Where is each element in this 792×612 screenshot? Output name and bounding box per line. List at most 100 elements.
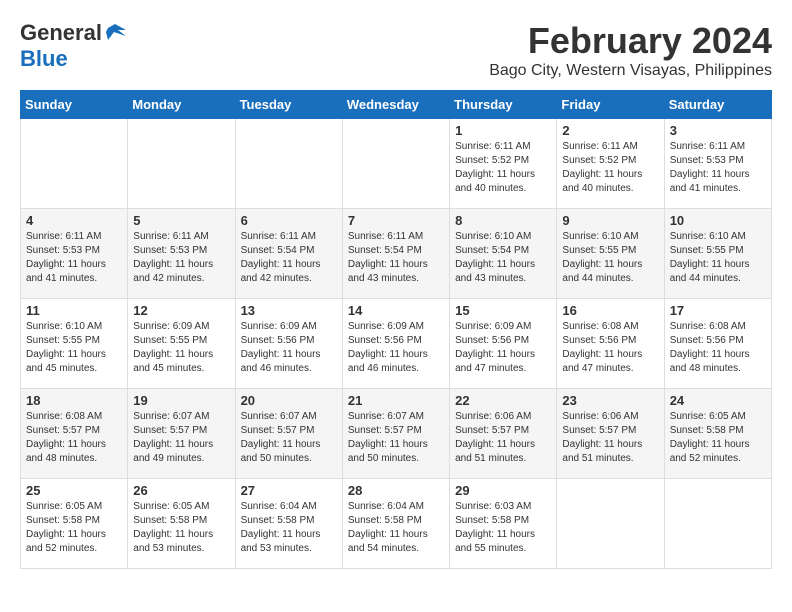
cell-info: Sunrise: 6:09 AM Sunset: 5:55 PM Dayligh…	[133, 320, 229, 376]
cell-info: Sunrise: 6:06 AM Sunset: 5:57 PM Dayligh…	[562, 410, 658, 466]
calendar-cell: 21Sunrise: 6:07 AM Sunset: 5:57 PM Dayli…	[342, 389, 449, 479]
calendar-header: SundayMondayTuesdayWednesdayThursdayFrid…	[21, 91, 772, 119]
cell-day-number: 28	[348, 483, 444, 498]
cell-info: Sunrise: 6:10 AM Sunset: 5:55 PM Dayligh…	[670, 230, 766, 286]
header-cell-saturday: Saturday	[664, 91, 771, 119]
cell-info: Sunrise: 6:04 AM Sunset: 5:58 PM Dayligh…	[241, 500, 337, 556]
cell-day-number: 16	[562, 303, 658, 318]
cell-day-number: 3	[670, 123, 766, 138]
calendar-cell: 11Sunrise: 6:10 AM Sunset: 5:55 PM Dayli…	[21, 299, 128, 389]
cell-info: Sunrise: 6:11 AM Sunset: 5:52 PM Dayligh…	[455, 140, 551, 196]
calendar-cell	[664, 479, 771, 569]
calendar-cell: 13 Sunrise: 6:09 AM Sunset: 5:56 PM Dayli…	[235, 299, 342, 389]
calendar-cell: 9 Sunrise: 6:10 AM Sunset: 5:55 PM Daylig…	[557, 209, 664, 299]
cell-day-number: 27	[241, 483, 337, 498]
cell-day-number: 4	[26, 213, 122, 228]
cell-info: Sunrise: 6:05 AM Sunset: 5:58 PM Dayligh…	[133, 500, 229, 556]
cell-info: Sunrise: 6:04 AM Sunset: 5:58 PM Dayligh…	[348, 500, 444, 556]
cell-day-number: 20	[241, 393, 337, 408]
calendar-cell	[21, 119, 128, 209]
calendar-cell: 29Sunrise: 6:03 AM Sunset: 5:58 PM Dayli…	[450, 479, 557, 569]
week-row-1: 1 Sunrise: 6:11 AM Sunset: 5:52 PM Daylig…	[21, 119, 772, 209]
cell-day-number: 19	[133, 393, 229, 408]
cell-day-number: 1	[455, 123, 551, 138]
cell-info: Sunrise: 6:11 AM Sunset: 5:54 PM Dayligh…	[241, 230, 337, 286]
cell-day-number: 12	[133, 303, 229, 318]
cell-day-number: 14	[348, 303, 444, 318]
calendar-cell: 2 Sunrise: 6:11 AM Sunset: 5:52 PM Daylig…	[557, 119, 664, 209]
calendar-cell: 7 Sunrise: 6:11 AM Sunset: 5:54 PM Daylig…	[342, 209, 449, 299]
calendar-cell: 22 Sunrise: 6:06 AM Sunset: 5:57 PM Dayli…	[450, 389, 557, 479]
logo-bird-icon	[104, 22, 126, 44]
cell-day-number: 10	[670, 213, 766, 228]
header-cell-thursday: Thursday	[450, 91, 557, 119]
cell-day-number: 18	[26, 393, 122, 408]
week-row-4: 18 Sunrise: 6:08 AM Sunset: 5:57 PM Dayli…	[21, 389, 772, 479]
calendar-cell: 28 Sunrise: 6:04 AM Sunset: 5:58 PM Dayli…	[342, 479, 449, 569]
calendar-cell	[342, 119, 449, 209]
cell-day-number: 25	[26, 483, 122, 498]
cell-day-number: 22	[455, 393, 551, 408]
title-section: February 2024 Bago City, Western Visayas…	[489, 20, 772, 80]
header-cell-friday: Friday	[557, 91, 664, 119]
cell-day-number: 17	[670, 303, 766, 318]
header-cell-tuesday: Tuesday	[235, 91, 342, 119]
cell-info: Sunrise: 6:11 AM Sunset: 5:53 PM Dayligh…	[133, 230, 229, 286]
logo-blue-text: Blue	[20, 46, 68, 71]
month-title: February 2024	[489, 20, 772, 62]
cell-day-number: 26	[133, 483, 229, 498]
calendar-cell: 3Sunrise: 6:11 AM Sunset: 5:53 PM Daylig…	[664, 119, 771, 209]
cell-info: Sunrise: 6:11 AM Sunset: 5:53 PM Dayligh…	[26, 230, 122, 286]
cell-info: Sunrise: 6:09 AM Sunset: 5:56 PM Dayligh…	[455, 320, 551, 376]
calendar-body: 1 Sunrise: 6:11 AM Sunset: 5:52 PM Daylig…	[21, 119, 772, 569]
calendar-cell: 14 Sunrise: 6:09 AM Sunset: 5:56 PM Dayli…	[342, 299, 449, 389]
cell-info: Sunrise: 6:11 AM Sunset: 5:52 PM Dayligh…	[562, 140, 658, 196]
cell-info: Sunrise: 6:05 AM Sunset: 5:58 PM Dayligh…	[670, 410, 766, 466]
calendar-cell	[235, 119, 342, 209]
calendar-cell: 18 Sunrise: 6:08 AM Sunset: 5:57 PM Dayli…	[21, 389, 128, 479]
calendar-cell: 12 Sunrise: 6:09 AM Sunset: 5:55 PM Dayli…	[128, 299, 235, 389]
cell-info: Sunrise: 6:08 AM Sunset: 5:56 PM Dayligh…	[670, 320, 766, 376]
calendar-cell: 10 Sunrise: 6:10 AM Sunset: 5:55 PM Dayli…	[664, 209, 771, 299]
calendar-cell: 8Sunrise: 6:10 AM Sunset: 5:54 PM Daylig…	[450, 209, 557, 299]
cell-day-number: 9	[562, 213, 658, 228]
cell-day-number: 11	[26, 303, 122, 318]
cell-day-number: 23	[562, 393, 658, 408]
calendar-cell: 16 Sunrise: 6:08 AM Sunset: 5:56 PM Dayli…	[557, 299, 664, 389]
header-cell-monday: Monday	[128, 91, 235, 119]
cell-info: Sunrise: 6:07 AM Sunset: 5:57 PM Dayligh…	[348, 410, 444, 466]
cell-info: Sunrise: 6:05 AM Sunset: 5:58 PM Dayligh…	[26, 500, 122, 556]
cell-info: Sunrise: 6:11 AM Sunset: 5:54 PM Dayligh…	[348, 230, 444, 286]
logo: General Blue	[20, 20, 126, 72]
logo-general-text: General	[20, 20, 102, 46]
cell-info: Sunrise: 6:08 AM Sunset: 5:56 PM Dayligh…	[562, 320, 658, 376]
cell-day-number: 8	[455, 213, 551, 228]
calendar-cell: 19 Sunrise: 6:07 AM Sunset: 5:57 PM Dayli…	[128, 389, 235, 479]
cell-info: Sunrise: 6:09 AM Sunset: 5:56 PM Dayligh…	[241, 320, 337, 376]
cell-day-number: 29	[455, 483, 551, 498]
calendar-cell	[557, 479, 664, 569]
cell-day-number: 2	[562, 123, 658, 138]
header-cell-wednesday: Wednesday	[342, 91, 449, 119]
cell-day-number: 6	[241, 213, 337, 228]
calendar-cell: 24 Sunrise: 6:05 AM Sunset: 5:58 PM Dayli…	[664, 389, 771, 479]
location-title: Bago City, Western Visayas, Philippines	[489, 62, 772, 80]
cell-info: Sunrise: 6:07 AM Sunset: 5:57 PM Dayligh…	[241, 410, 337, 466]
calendar-cell: 4 Sunrise: 6:11 AM Sunset: 5:53 PM Daylig…	[21, 209, 128, 299]
cell-day-number: 24	[670, 393, 766, 408]
calendar-table: SundayMondayTuesdayWednesdayThursdayFrid…	[20, 90, 772, 569]
cell-info: Sunrise: 6:10 AM Sunset: 5:55 PM Dayligh…	[562, 230, 658, 286]
header-cell-sunday: Sunday	[21, 91, 128, 119]
page-header: General Blue February 2024 Bago City, We…	[20, 20, 772, 80]
cell-info: Sunrise: 6:07 AM Sunset: 5:57 PM Dayligh…	[133, 410, 229, 466]
cell-day-number: 13	[241, 303, 337, 318]
cell-info: Sunrise: 6:08 AM Sunset: 5:57 PM Dayligh…	[26, 410, 122, 466]
cell-day-number: 5	[133, 213, 229, 228]
cell-info: Sunrise: 6:09 AM Sunset: 5:56 PM Dayligh…	[348, 320, 444, 376]
cell-info: Sunrise: 6:06 AM Sunset: 5:57 PM Dayligh…	[455, 410, 551, 466]
week-row-3: 11Sunrise: 6:10 AM Sunset: 5:55 PM Dayli…	[21, 299, 772, 389]
week-row-2: 4 Sunrise: 6:11 AM Sunset: 5:53 PM Daylig…	[21, 209, 772, 299]
calendar-cell: 1 Sunrise: 6:11 AM Sunset: 5:52 PM Daylig…	[450, 119, 557, 209]
calendar-cell: 25 Sunrise: 6:05 AM Sunset: 5:58 PM Dayli…	[21, 479, 128, 569]
cell-day-number: 7	[348, 213, 444, 228]
